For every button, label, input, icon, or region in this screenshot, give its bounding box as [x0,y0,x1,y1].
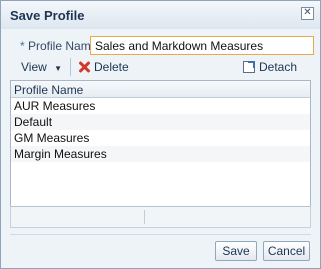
dialog-titlebar: Save Profile ✕ [1,1,320,29]
profile-name-label: Profile Name [28,39,98,53]
table-row[interactable]: GM Measures [11,130,310,146]
delete-button[interactable]: Delete [78,58,129,76]
column-header-profile-name[interactable]: Profile Name [11,81,310,98]
row-label: AUR Measures [14,99,96,113]
close-icon[interactable]: ✕ [301,7,314,20]
row-label: Margin Measures [14,147,107,161]
view-label: View [21,60,47,74]
detach-icon [243,61,255,73]
toolbar-divider [70,58,71,76]
table-row[interactable]: AUR Measures [11,98,310,114]
row-label: Default [14,115,53,129]
dialog-title: Save Profile [10,8,85,23]
table-toolbar: View ▼ Delete Detach [10,56,311,78]
detach-button[interactable]: Detach [243,58,297,76]
button-area-divider [10,234,311,235]
save-button[interactable]: Save [215,241,257,261]
table-row[interactable]: Default [11,114,310,130]
delete-label: Delete [94,60,129,74]
save-profile-dialog: Save Profile ✕ * Profile Name View ▼ Del… [0,0,321,269]
row-label: GM Measures [14,131,90,145]
column-header-label: Profile Name [14,83,84,97]
profile-name-row: * Profile Name [1,35,320,55]
required-marker: * [20,39,25,53]
table-row[interactable]: Margin Measures [11,146,310,162]
chevron-down-icon: ▼ [54,64,63,73]
detach-label: Detach [259,60,298,74]
delete-icon [78,61,90,73]
view-menu-button[interactable]: View ▼ [21,58,62,76]
cancel-button[interactable]: Cancel [263,241,310,261]
footer-divider [144,210,145,224]
profile-name-input[interactable] [90,36,314,55]
table-footer [10,206,311,228]
